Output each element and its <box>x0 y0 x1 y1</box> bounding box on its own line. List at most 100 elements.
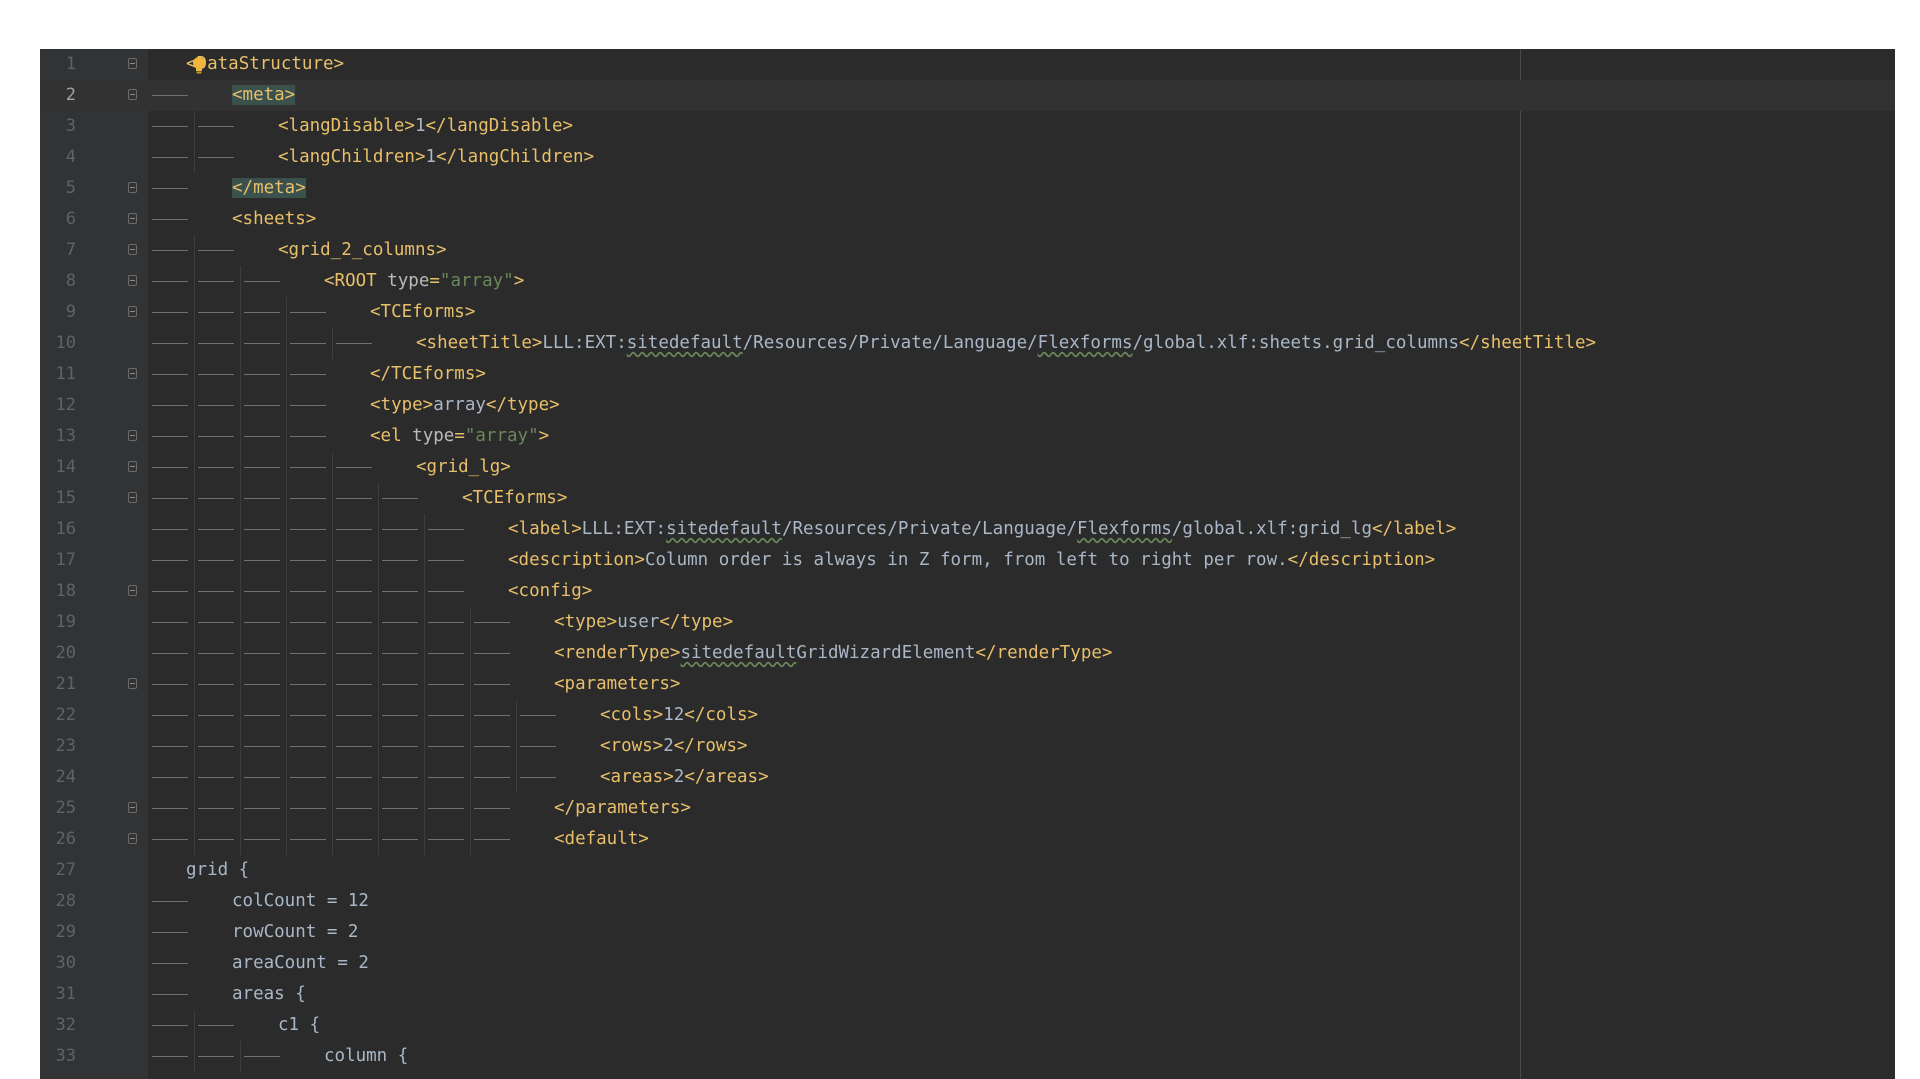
intention-bulb-icon[interactable] <box>190 55 208 75</box>
code-line[interactable]: 10 <sheetTitle>LLL:EXT:sitedefault/Resour… <box>40 328 1895 359</box>
code-line[interactable]: 16 <label>LLL:EXT:sitedefault/Resources/P… <box>40 514 1895 545</box>
code-text[interactable]: <sheets> <box>232 204 316 235</box>
indent-guide <box>240 359 241 390</box>
code-text[interactable]: rowCount = 2 <box>232 917 358 948</box>
fold-marker-icon[interactable] <box>128 368 137 379</box>
code-text[interactable]: <cols>12</cols> <box>600 700 758 731</box>
code-text[interactable]: </TCEforms> <box>370 359 486 390</box>
whitespace-tab-marker <box>198 529 234 530</box>
code-line[interactable]: 3 <langDisable>1</langDisable> <box>40 111 1895 142</box>
code-line[interactable]: 29 rowCount = 2 <box>40 917 1895 948</box>
code-line[interactable]: 33 column { <box>40 1041 1895 1072</box>
code-text[interactable]: <type>array</type> <box>370 390 560 421</box>
code-line[interactable]: 26 <default> <box>40 824 1895 855</box>
fold-marker-icon[interactable] <box>128 585 137 596</box>
fold-marker-icon[interactable] <box>128 833 137 844</box>
indent-guide <box>470 669 471 700</box>
code-line[interactable]: 6 <sheets> <box>40 204 1895 235</box>
code-text[interactable]: <meta> <box>232 80 296 111</box>
code-text[interactable]: <type>user</type> <box>554 607 733 638</box>
fold-marker-icon[interactable] <box>128 244 137 255</box>
code-text[interactable]: grid { <box>186 855 249 886</box>
code-text[interactable]: <grid_lg> <box>416 452 511 483</box>
code-line[interactable]: 11 </TCEforms> <box>40 359 1895 390</box>
code-line[interactable]: 31 areas { <box>40 979 1895 1010</box>
code-token: </TCEforms> <box>370 364 486 384</box>
fold-marker-icon[interactable] <box>128 306 137 317</box>
code-line[interactable]: 21 <parameters> <box>40 669 1895 700</box>
code-line[interactable]: 18 <config> <box>40 576 1895 607</box>
fold-marker-icon[interactable] <box>128 182 137 193</box>
whitespace-tab-marker <box>198 715 234 716</box>
fold-marker-icon[interactable] <box>128 58 137 69</box>
code-line[interactable]: 25 </parameters> <box>40 793 1895 824</box>
code-line[interactable]: 32 c1 { <box>40 1010 1895 1041</box>
fold-marker-icon[interactable] <box>128 461 137 472</box>
code-line[interactable]: 5 </meta> <box>40 173 1895 204</box>
code-line[interactable]: 22 <cols>12</cols> <box>40 700 1895 731</box>
fold-marker-icon[interactable] <box>128 275 137 286</box>
fold-marker-icon[interactable] <box>128 492 137 503</box>
code-text[interactable]: <parameters> <box>554 669 680 700</box>
fold-marker-icon[interactable] <box>128 430 137 441</box>
code-line[interactable]: 17 <description>Column order is always in… <box>40 545 1895 576</box>
whitespace-tab-marker <box>290 653 326 654</box>
code-line[interactable]: 7 <grid_2_columns> <box>40 235 1895 266</box>
code-line[interactable]: 30 areaCount = 2 <box>40 948 1895 979</box>
code-text[interactable]: <default> <box>554 824 649 855</box>
code-text[interactable]: </parameters> <box>554 793 691 824</box>
code-line[interactable]: 27 grid { <box>40 855 1895 886</box>
whitespace-tab-marker <box>152 808 188 809</box>
code-line[interactable]: 8 <ROOT type="array"> <box>40 266 1895 297</box>
code-line[interactable]: 14 <grid_lg> <box>40 452 1895 483</box>
code-line[interactable]: 28 colCount = 12 <box>40 886 1895 917</box>
code-text[interactable]: </meta> <box>232 173 306 204</box>
code-text[interactable]: column { <box>324 1041 408 1072</box>
code-text[interactable]: <DataStructure> <box>186 49 344 80</box>
code-text[interactable]: c1 { <box>278 1010 320 1041</box>
code-line[interactable]: 9 <TCEforms> <box>40 297 1895 328</box>
code-line[interactable]: 12 <type>array</type> <box>40 390 1895 421</box>
code-line[interactable]: 24 <areas>2</areas> <box>40 762 1895 793</box>
code-text[interactable]: <langChildren>1</langChildren> <box>278 142 594 173</box>
indent-guide <box>194 793 195 824</box>
whitespace-tab-marker <box>198 1056 234 1057</box>
fold-marker-icon[interactable] <box>128 89 137 100</box>
code-line[interactable]: 4 <langChildren>1</langChildren> <box>40 142 1895 173</box>
code-text[interactable]: <grid_2_columns> <box>278 235 447 266</box>
code-text[interactable]: areas { <box>232 979 306 1010</box>
whitespace-tab-marker <box>474 684 510 685</box>
code-line[interactable]: 13 <el type="array"> <box>40 421 1895 452</box>
code-text[interactable]: <description>Column order is always in Z… <box>508 545 1435 576</box>
code-editor[interactable]: 1 <DataStructure> 2 <meta> 3 <langDisable>1</… <box>40 49 1895 1079</box>
code-text[interactable]: areaCount = 2 <box>232 948 369 979</box>
whitespace-tab-marker <box>244 622 280 623</box>
code-text[interactable]: <langDisable>1</langDisable> <box>278 111 573 142</box>
code-line[interactable]: 2 <meta> <box>40 80 1895 111</box>
whitespace-tab-marker <box>244 715 280 716</box>
code-line[interactable]: 15 <TCEforms> <box>40 483 1895 514</box>
code-text[interactable]: <rows>2</rows> <box>600 731 748 762</box>
code-text[interactable]: <areas>2</areas> <box>600 762 769 793</box>
fold-marker-icon[interactable] <box>128 213 137 224</box>
fold-marker-icon[interactable] <box>128 678 137 689</box>
code-token: </langDisable> <box>425 116 574 136</box>
code-text[interactable]: <config> <box>508 576 592 607</box>
indent-guide <box>286 328 287 359</box>
code-text[interactable]: <sheetTitle>LLL:EXT:sitedefault/Resource… <box>416 328 1596 359</box>
indent-guide <box>194 1041 195 1072</box>
code-text[interactable]: <label>LLL:EXT:sitedefault/Resources/Pri… <box>508 514 1456 545</box>
code-line[interactable]: 1 <DataStructure> <box>40 49 1895 80</box>
code-text[interactable]: <ROOT type="array"> <box>324 266 524 297</box>
indent-guide <box>470 793 471 824</box>
fold-marker-icon[interactable] <box>128 802 137 813</box>
code-text[interactable]: <TCEforms> <box>462 483 567 514</box>
code-line[interactable]: 23 <rows>2</rows> <box>40 731 1895 762</box>
code-line[interactable]: 20 <renderType>sitedefaultGridWizardEleme… <box>40 638 1895 669</box>
code-text[interactable]: <renderType>sitedefaultGridWizardElement… <box>554 638 1112 669</box>
code-text[interactable]: colCount = 12 <box>232 886 369 917</box>
code-text[interactable]: <TCEforms> <box>370 297 475 328</box>
code-line[interactable]: 19 <type>user</type> <box>40 607 1895 638</box>
code-text[interactable]: <el type="array"> <box>370 421 549 452</box>
whitespace-tab-marker <box>152 281 188 282</box>
